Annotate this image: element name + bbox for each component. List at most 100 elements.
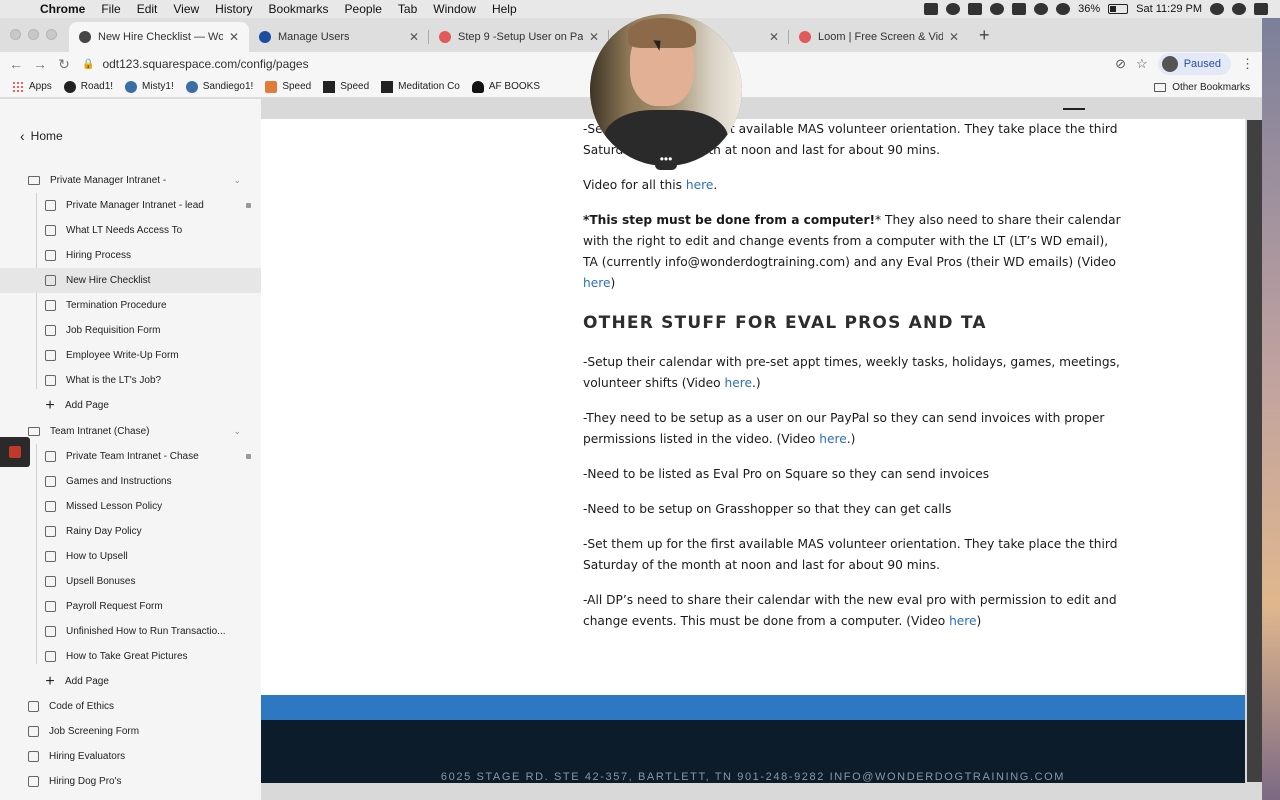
chrome-menu-icon[interactable]: ⋮ (1241, 56, 1254, 72)
wifi-icon[interactable] (1056, 3, 1071, 15)
close-tab-icon[interactable]: ✕ (409, 30, 419, 44)
tab-manage-users[interactable]: Manage Users ✕ (249, 22, 429, 52)
add-page-button[interactable]: + Add Page (0, 393, 261, 418)
video-link[interactable]: here (724, 376, 751, 390)
battery-icon[interactable] (1108, 4, 1129, 14)
lock-icon[interactable]: 🔒 (82, 59, 94, 70)
chevron-down-icon[interactable]: ⌄ (233, 175, 241, 186)
new-tab-button[interactable]: + (969, 25, 990, 52)
add-page-label: Add Page (65, 676, 109, 687)
sidebar-item-job-requisition[interactable]: Job Requisition Form (0, 318, 261, 343)
bookmark-speed-2[interactable]: Speed (323, 80, 369, 93)
page-icon (45, 501, 56, 512)
menu-edit[interactable]: Edit (129, 2, 166, 16)
sidebar-item-lt-job[interactable]: What is the LT's Job? (0, 368, 261, 393)
sidebar-item-hiring-evaluators[interactable]: Hiring Evaluators (0, 744, 261, 769)
sidebar-item-great-pictures[interactable]: How to Take Great Pictures (0, 644, 261, 669)
sidebar-item-upsell-bonuses[interactable]: Upsell Bonuses (0, 569, 261, 594)
bookmark-af-books[interactable]: AF BOOKS (471, 80, 540, 93)
menu-history[interactable]: History (207, 2, 260, 16)
add-page-button[interactable]: + Add Page (0, 669, 261, 694)
webcam-bubble[interactable] (590, 14, 742, 166)
video-link[interactable]: here (583, 276, 610, 290)
sidebar-item-new-hire-checklist[interactable]: New Hire Checklist (0, 268, 261, 293)
close-tab-icon[interactable]: ✕ (229, 30, 239, 44)
close-window-button[interactable] (10, 29, 21, 40)
video-link[interactable]: here (949, 614, 976, 628)
url-text[interactable]: odt123.squarespace.com/config/pages (102, 57, 308, 71)
dropbox-icon[interactable] (924, 3, 939, 15)
messages-icon[interactable] (968, 3, 983, 15)
minimize-window-button[interactable] (28, 29, 39, 40)
squarespace-favicon-icon (79, 31, 91, 43)
forward-arrow-icon[interactable]: → (28, 56, 52, 72)
menu-people[interactable]: People (337, 2, 390, 16)
sidebar-folder-private-manager[interactable]: Private Manager Intranet - ⌄ (0, 168, 261, 193)
other-bookmarks[interactable]: Other Bookmarks (1154, 76, 1250, 98)
translate-icon[interactable]: ⊘ (1115, 56, 1126, 72)
video-link[interactable]: here (686, 178, 713, 192)
loom-recording-control[interactable] (0, 437, 30, 467)
bookmark-speed-1[interactable]: Speed (265, 80, 311, 93)
clock[interactable]: Sat 11:29 PM (1136, 3, 1202, 15)
sidebar-item-missed-lesson[interactable]: Missed Lesson Policy (0, 494, 261, 519)
bluetooth-icon[interactable] (1034, 3, 1049, 15)
profile-button[interactable]: Paused (1157, 53, 1231, 75)
folder-label: Team Intranet (Chase) (50, 426, 150, 437)
page-icon (45, 200, 56, 211)
zoom-window-button[interactable] (46, 29, 57, 40)
menu-app-name[interactable]: Chrome (40, 2, 93, 16)
spotlight-search-icon[interactable] (1210, 3, 1224, 15)
bookmark-road1[interactable]: Road1! (63, 80, 113, 93)
menu-window[interactable]: Window (425, 2, 484, 16)
sidebar-item-employee-write-up[interactable]: Employee Write-Up Form (0, 343, 261, 368)
sidebar-item-rainy-day[interactable]: Rainy Day Policy (0, 519, 261, 544)
sidebar-item-what-lt-needs[interactable]: What LT Needs Access To (0, 218, 261, 243)
sidebar-item-hiring-process[interactable]: Hiring Process (0, 243, 261, 268)
sidebar-item-hiring-dog-pros[interactable]: Hiring Dog Pro's (0, 769, 261, 794)
menu-view[interactable]: View (165, 2, 207, 16)
back-arrow-icon[interactable]: ← (4, 56, 28, 72)
reload-icon[interactable]: ↻ (52, 56, 76, 73)
tab-step-9[interactable]: Step 9 -Setup User on PayPal ✕ (429, 22, 609, 52)
video-link[interactable]: here (819, 432, 846, 446)
bookmark-apps[interactable]: Apps (12, 80, 52, 93)
siri-icon[interactable] (1232, 3, 1246, 15)
sidebar-item-payroll[interactable]: Payroll Request Form (0, 594, 261, 619)
loom-favicon-icon (799, 31, 811, 43)
menu-help[interactable]: Help (484, 2, 525, 16)
tab-loom[interactable]: Loom | Free Screen & Video Re ✕ (789, 22, 969, 52)
chevron-down-icon[interactable]: ⌄ (233, 426, 241, 437)
display-icon[interactable] (1012, 3, 1027, 15)
sidebar-item-termination[interactable]: Termination Procedure (0, 293, 261, 318)
page-label: Payroll Request Form (66, 601, 163, 612)
bookmark-sandiego1[interactable]: Sandiego1! (185, 80, 254, 93)
sidebar-item-transactions[interactable]: Unfinished How to Run Transactio... (0, 619, 261, 644)
sidebar-item-private-manager-lead[interactable]: Private Manager Intranet - lead (0, 193, 261, 218)
loom-favicon-icon (439, 31, 451, 43)
close-tab-icon[interactable]: ✕ (769, 30, 779, 44)
sidebar-item-private-team-chase[interactable]: Private Team Intranet - Chase (0, 444, 261, 469)
sidebar-item-job-screening[interactable]: Job Screening Form (0, 719, 261, 744)
sidebar-item-upsell[interactable]: How to Upsell (0, 544, 261, 569)
home-back-link[interactable]: ‹ Home (20, 128, 63, 144)
bookmark-label: Apps (29, 81, 52, 92)
sidebar-item-code-of-ethics[interactable]: Code of Ethics (0, 694, 261, 719)
bookmark-star-icon[interactable]: ☆ (1136, 56, 1148, 72)
page-label: Job Requisition Form (66, 325, 161, 336)
menu-file[interactable]: File (93, 2, 128, 16)
menu-bookmarks[interactable]: Bookmarks (261, 2, 337, 16)
bookmark-misty1[interactable]: Misty1! (125, 80, 174, 93)
close-tab-icon[interactable]: ✕ (949, 30, 959, 44)
menu-tab[interactable]: Tab (390, 2, 425, 16)
sidebar-item-games[interactable]: Games and Instructions (0, 469, 261, 494)
notification-center-icon[interactable] (1254, 3, 1268, 15)
evernote-icon[interactable] (990, 3, 1005, 15)
bookmark-meditation[interactable]: Meditation Co (381, 80, 460, 93)
webcam-more-options-button[interactable]: ••• (655, 152, 677, 170)
sidebar-folder-team-intranet[interactable]: Team Intranet (Chase) ⌄ (0, 419, 261, 444)
bookmark-label: Sandiego1! (202, 81, 254, 92)
sync-icon[interactable] (946, 3, 961, 15)
tab-new-hire-checklist[interactable]: New Hire Checklist — Wonder ✕ (69, 22, 249, 52)
folder-icon (28, 427, 40, 436)
